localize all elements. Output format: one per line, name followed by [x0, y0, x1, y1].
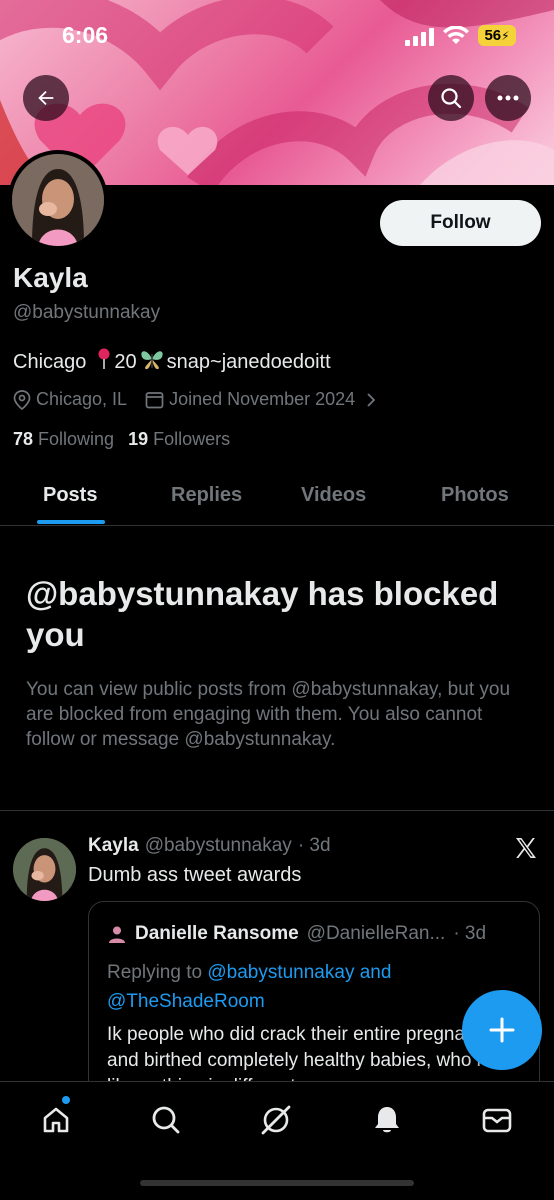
follow-counts: 78 Following 19 Followers: [13, 429, 230, 450]
search-button[interactable]: [428, 75, 474, 121]
grok-icon: [261, 1105, 291, 1135]
nav-explore[interactable]: [146, 1100, 186, 1140]
followers-link[interactable]: 19 Followers: [128, 429, 230, 450]
quote-author-name: Danielle Ransome: [135, 923, 299, 944]
tweet-author-name[interactable]: Kayla: [88, 835, 139, 857]
bio-age: 20: [114, 350, 137, 373]
explore-icon: [152, 1106, 180, 1134]
followers-count: 19: [128, 429, 149, 449]
blocked-description: You can view public posts from @babystun…: [26, 679, 511, 750]
status-bar: 6:06 56 ⚡: [0, 0, 554, 70]
following-count: 78: [13, 429, 34, 449]
x-logo-icon: [514, 836, 538, 865]
profile-bio: Chicago 20 snap~janedoedoitt: [13, 348, 331, 376]
default-avatar-icon: [109, 926, 125, 943]
more-icon: [497, 95, 519, 101]
following-link[interactable]: 78 Following: [13, 429, 114, 450]
blocked-title: @babystunnakay has blocked you: [26, 575, 499, 653]
more-options-button[interactable]: [485, 75, 531, 121]
nav-grok[interactable]: [256, 1100, 296, 1140]
nav-notifications[interactable]: [367, 1100, 407, 1140]
active-tab-indicator: [37, 520, 105, 524]
tweet-author-handle[interactable]: @babystunnakay: [145, 835, 292, 857]
home-indicator: [140, 1180, 414, 1186]
location-text: Chicago, IL: [36, 389, 128, 409]
quote-replying-to: Replying to @babystunnakay and @TheShade…: [107, 958, 527, 1016]
avatar-image: [12, 154, 104, 246]
profile-name: Kayla: [13, 262, 88, 293]
replying-user-2[interactable]: @TheShadeRoom: [107, 991, 265, 1012]
tab-replies[interactable]: Replies: [171, 484, 242, 507]
search-icon: [441, 88, 462, 109]
home-notification-dot: [62, 1096, 70, 1104]
bio-city: Chicago: [13, 350, 87, 373]
joined-text: Joined November 2024: [169, 389, 356, 409]
location-item: Chicago, IL: [13, 389, 127, 410]
pin-emoji-icon: [96, 348, 112, 376]
location-pin-icon: [13, 389, 31, 410]
divider: [0, 810, 554, 811]
replying-prefix: Replying to: [107, 962, 203, 983]
bell-icon: [375, 1107, 399, 1133]
tweet-time: · 3d: [297, 835, 331, 856]
quote-author-handle: @DanielleRan...: [306, 923, 446, 944]
following-label: Following: [38, 429, 115, 449]
calendar-icon: [145, 392, 164, 409]
followers-label: Followers: [153, 429, 231, 449]
tab-videos[interactable]: Videos: [301, 484, 366, 507]
back-button[interactable]: [23, 75, 69, 121]
battery-indicator: 56 ⚡: [478, 25, 516, 46]
tweet-text: Dumb ass tweet awards: [88, 864, 302, 886]
follow-button[interactable]: Follow: [380, 200, 541, 246]
profile-handle: @babystunnakay: [13, 302, 161, 323]
chevron-right-icon: [367, 392, 376, 407]
tweet-avatar[interactable]: [13, 838, 76, 901]
replying-and: and: [359, 962, 392, 983]
nav-home[interactable]: [36, 1100, 76, 1140]
mail-icon: [482, 1108, 512, 1133]
profile-tabs: Posts Replies Videos Photos: [0, 468, 554, 526]
compose-post-button[interactable]: [462, 990, 542, 1070]
home-icon: [43, 1107, 69, 1133]
replying-user-1[interactable]: @babystunnakay: [207, 962, 354, 983]
status-time: 6:06: [62, 22, 109, 48]
quote-time: · 3d: [453, 923, 487, 944]
tab-posts[interactable]: Posts: [43, 484, 97, 507]
butterfly-emoji-icon: [139, 348, 165, 376]
joined-item[interactable]: Joined November 2024: [145, 389, 376, 410]
tweet-header: Kayla @babystunnakay · 3d: [88, 835, 331, 857]
battery-level: 56: [484, 27, 502, 44]
nav-messages[interactable]: [477, 1100, 517, 1140]
profile-avatar[interactable]: [8, 150, 108, 250]
profile-meta: Chicago, IL Joined November 2024: [13, 389, 394, 410]
quote-header: Danielle Ransome @DanielleRan... · 3d: [107, 923, 486, 945]
back-arrow-icon: [38, 90, 54, 106]
tab-photos[interactable]: Photos: [441, 484, 509, 507]
cell-signal-icon: [405, 28, 435, 51]
plus-icon: [489, 1017, 515, 1043]
wifi-icon: [443, 25, 469, 51]
bio-snap: snap~janedoedoitt: [166, 350, 331, 373]
